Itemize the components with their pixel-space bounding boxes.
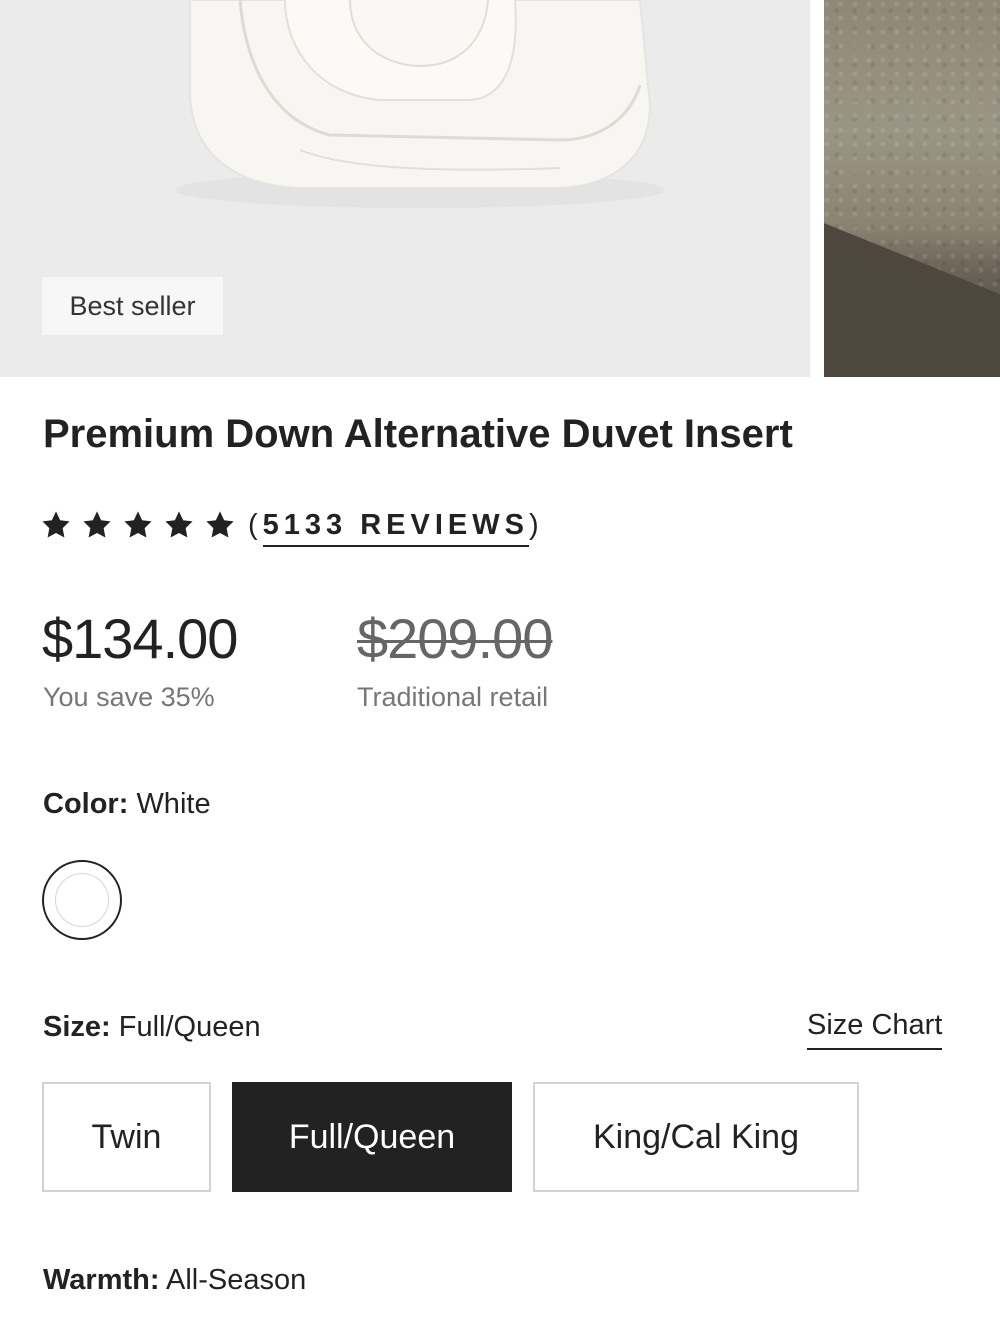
- savings-text: You save 35%: [43, 682, 215, 712]
- swatch-fill: [55, 873, 109, 927]
- size-selection-label: Size: Full/Queen: [43, 1011, 261, 1044]
- warmth-selection-label: Warmth: All-Season: [43, 1264, 306, 1297]
- color-swatch-white[interactable]: [42, 860, 122, 940]
- star-icon: [165, 511, 193, 538]
- warmth-value: All-Season: [166, 1264, 307, 1296]
- size-label: Size:: [43, 1011, 111, 1043]
- product-title: Premium Down Alternative Duvet Insert: [43, 412, 793, 456]
- retail-label: Traditional retail: [357, 682, 549, 712]
- size-chart-link[interactable]: Size Chart: [807, 1009, 943, 1050]
- star-icon: [206, 511, 234, 538]
- reviews-count[interactable]: 5133 REVIEWS: [262, 508, 529, 547]
- color-value: White: [136, 788, 211, 820]
- size-value: Full/Queen: [118, 1011, 261, 1043]
- product-image-next[interactable]: [824, 0, 1000, 377]
- star-icon: [42, 511, 70, 538]
- reviews-close-paren: ): [529, 508, 544, 541]
- star-icon: [83, 511, 111, 538]
- size-option-king-cal-king[interactable]: King/Cal King: [533, 1082, 859, 1192]
- current-price: $134.00: [42, 607, 238, 670]
- rating-row[interactable]: (5133 REVIEWS): [40, 502, 544, 548]
- size-option-full-queen[interactable]: Full/Queen: [232, 1082, 512, 1192]
- size-option-twin[interactable]: Twin: [42, 1082, 211, 1192]
- color-label: Color:: [43, 788, 129, 820]
- star-rating: [40, 509, 236, 541]
- best-seller-badge: Best seller: [42, 277, 223, 335]
- color-selection-label: Color: White: [43, 788, 211, 821]
- star-icon: [124, 511, 152, 538]
- product-image-gallery[interactable]: Best seller: [0, 0, 1000, 377]
- reviews-link[interactable]: (5133 REVIEWS): [248, 508, 544, 547]
- retail-price: $209.00: [357, 607, 553, 670]
- reviews-open-paren: (: [248, 508, 263, 541]
- warmth-label: Warmth:: [43, 1264, 160, 1296]
